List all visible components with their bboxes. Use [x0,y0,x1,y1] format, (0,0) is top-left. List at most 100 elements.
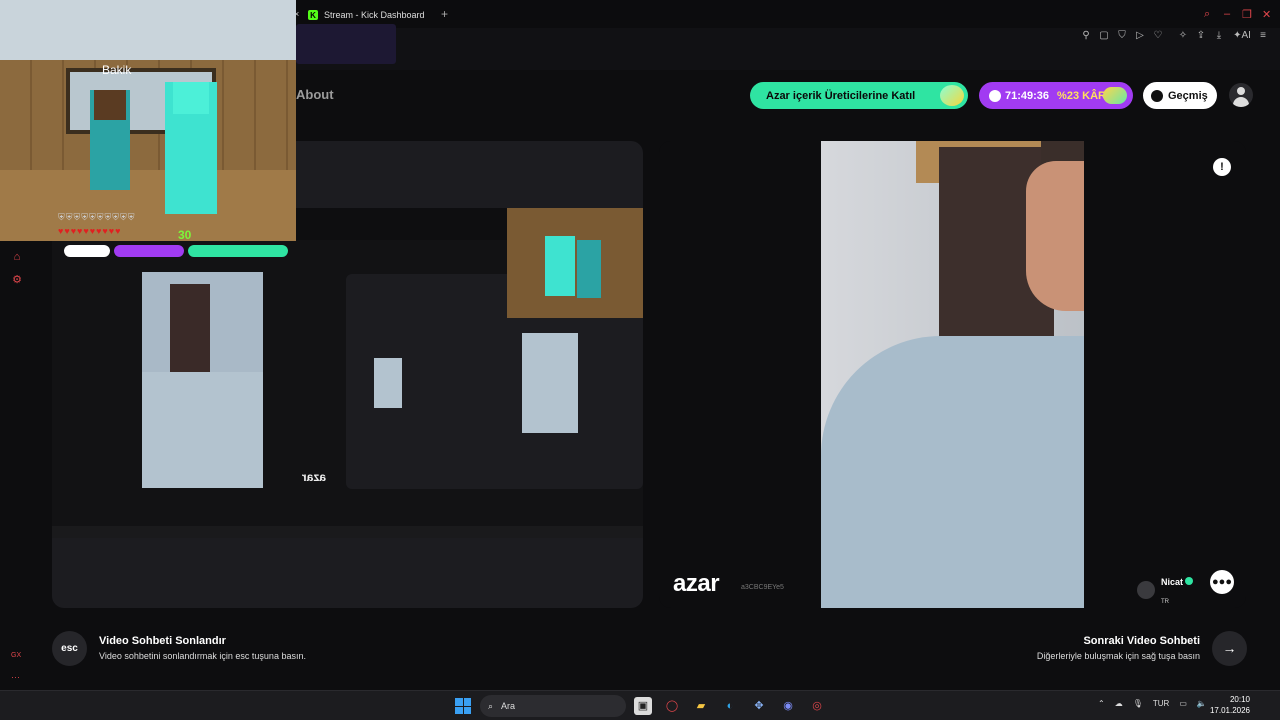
network-icon[interactable]: ▭ [1179,699,1187,708]
opera-gx-icon[interactable]: ◯ [663,697,681,715]
nested-diamond-player [545,236,575,296]
taskbar-search[interactable]: ⌕ Ara [480,695,626,717]
home-icon[interactable]: ⌂ [10,251,24,265]
user-avatar[interactable] [1229,83,1253,107]
timer-button[interactable]: 71:49:36 %23 KÂR [979,82,1133,109]
opera-icon[interactable]: ◎ [808,697,826,715]
nested-join-pill [188,245,288,257]
peer-details: Nicat TR [1161,572,1194,608]
join-creators-label: Azar içerik Üreticilerine Katıl [766,89,916,102]
mc-diamond-head [173,82,209,114]
azar-logo: azar [673,570,720,597]
cam-head [1026,161,1084,311]
end-chat-description: Video sohbetini sonlandırmak için esc tu… [99,651,306,661]
mc-player-tag: Bakik [102,63,132,77]
verified-icon [1185,577,1194,585]
about-link[interactable]: About [296,87,334,102]
pin-icon[interactable]: ⚲ [1080,30,1092,42]
cloud-icon[interactable]: ☁ [1115,699,1123,708]
kick-icon: K [308,10,318,20]
close-icon[interactable]: ✕ [1262,8,1271,21]
share-icon[interactable]: ⇪ [1195,30,1207,42]
menu-icon[interactable]: ≡ [1257,30,1269,42]
peer-country: TR [1161,599,1169,605]
play-icon[interactable]: ▷ [1134,30,1146,42]
mc-armor-bar: ⛨⛨⛨⛨⛨⛨⛨⛨⛨⛨ [58,212,136,222]
edge-icon[interactable]: ◐ [721,697,739,715]
download-icon[interactable]: ⤓ [1213,30,1225,42]
windows-taskbar: ⌕ Ara ▣ ◯ ▰ ◐ ✥ ◉ ◎ ⌃ ☁ 🎙 TUR ▭ 🔈 20:10 … [0,690,1280,720]
coins-icon [1103,87,1127,104]
gx-label[interactable]: GX [11,652,21,659]
timer-value: 71:49:36 [1005,89,1050,102]
profit-value: %23 KÂR [1057,89,1106,102]
task-view-icon[interactable]: ▣ [634,697,652,715]
session-id: a3CBC9EYe5 [741,584,784,591]
maximize-icon[interactable]: ❐ [1242,8,1252,21]
end-chat-button[interactable]: esc [52,631,87,666]
clock-time: 20:10 [1229,695,1250,704]
search-icon[interactable]: ⌕ [1204,8,1210,21]
mic-icon[interactable]: 🎙 [1133,699,1143,708]
join-creators-button[interactable]: Azar içerik Üreticilerine Katıl [750,82,968,109]
shield-icon[interactable]: ⛉ [1116,30,1128,42]
nested-taskbar [52,526,643,538]
mc-floor [0,170,296,241]
nested-small-feed [522,333,578,433]
peer-avatar [1137,581,1155,599]
discord-icon[interactable]: ◉ [779,697,797,715]
screenshot-icon[interactable]: ▢ [1098,30,1110,42]
history-icon [1151,89,1163,102]
extensions-icon[interactable]: ✧ [1177,30,1189,42]
next-chat-description: Diğerleriyle buluşmak için sağ tuşa bası… [1036,651,1200,661]
peer-name: Nicat [1161,577,1184,587]
next-chat-button[interactable]: → [1212,631,1247,666]
mc-health-bar: ♥♥♥♥♥♥♥♥♥♥ [58,226,122,236]
search-icon: ⌕ [488,700,494,711]
tab-title: Stream - Kick Dashboard [324,10,425,20]
taskbar-clock[interactable]: 20:10 17.01.2026 [1210,694,1250,716]
nested-minecraft [507,208,643,318]
nested-curtain [170,284,210,374]
nested-camera-feed [142,272,263,488]
next-chat-title: Sonraki Video Sohbeti [1083,635,1200,647]
mc-level: 30 [178,228,192,241]
mc-steve-player [90,90,130,190]
ai-icon[interactable]: ✦AI [1232,30,1252,42]
nested-shirt [142,372,263,488]
minecraft-overlay: Bakik ⛨⛨⛨⛨⛨⛨⛨⛨⛨⛨ ♥♥♥♥♥♥♥♥♥♥ 30 [0,0,296,241]
nested-azar-logo: azar [302,470,327,484]
app-icon[interactable]: ✥ [750,697,768,715]
more-icon[interactable]: ··· [11,672,20,682]
file-explorer-icon[interactable]: ▰ [692,697,710,715]
history-label: Geçmiş [1168,89,1208,102]
nested-timer-pill [114,245,184,257]
nested-header-pills [64,245,288,257]
mc-steve-head [94,90,126,120]
nested-steve-player [577,240,601,298]
nested-history-pill [64,245,110,257]
windows-start-icon[interactable] [455,698,471,714]
settings-icon[interactable]: ⚙ [10,273,24,287]
volume-icon[interactable]: 🔈 [1197,699,1207,708]
new-tab-button[interactable]: + [441,7,448,21]
language-label[interactable]: TUR [1153,699,1169,708]
cam-shirt [821,336,1084,608]
azar-badge-icon [940,85,964,106]
peer-info[interactable]: Nicat TR [1137,572,1194,608]
minimize-icon[interactable]: – [1224,8,1230,20]
mc-diamond-player [165,82,217,214]
clock-icon [989,89,1001,102]
chat-button[interactable]: ●●● [1210,570,1234,594]
report-icon[interactable]: ! [1213,158,1231,176]
history-button[interactable]: Geçmiş [1143,82,1217,109]
chevron-up-icon[interactable]: ⌃ [1098,699,1105,708]
address-bar[interactable] [296,24,396,64]
browser-tab[interactable]: K Stream - Kick Dashboard [308,5,425,25]
system-tray: ⌃ ☁ 🎙 TUR ▭ 🔈 [1098,699,1207,708]
left-sidebar [0,241,36,690]
clock-date: 17.01.2026 [1209,706,1250,715]
mc-sky [0,0,296,60]
heart-icon[interactable]: ♡ [1152,30,1164,42]
search-placeholder: Ara [501,701,516,711]
